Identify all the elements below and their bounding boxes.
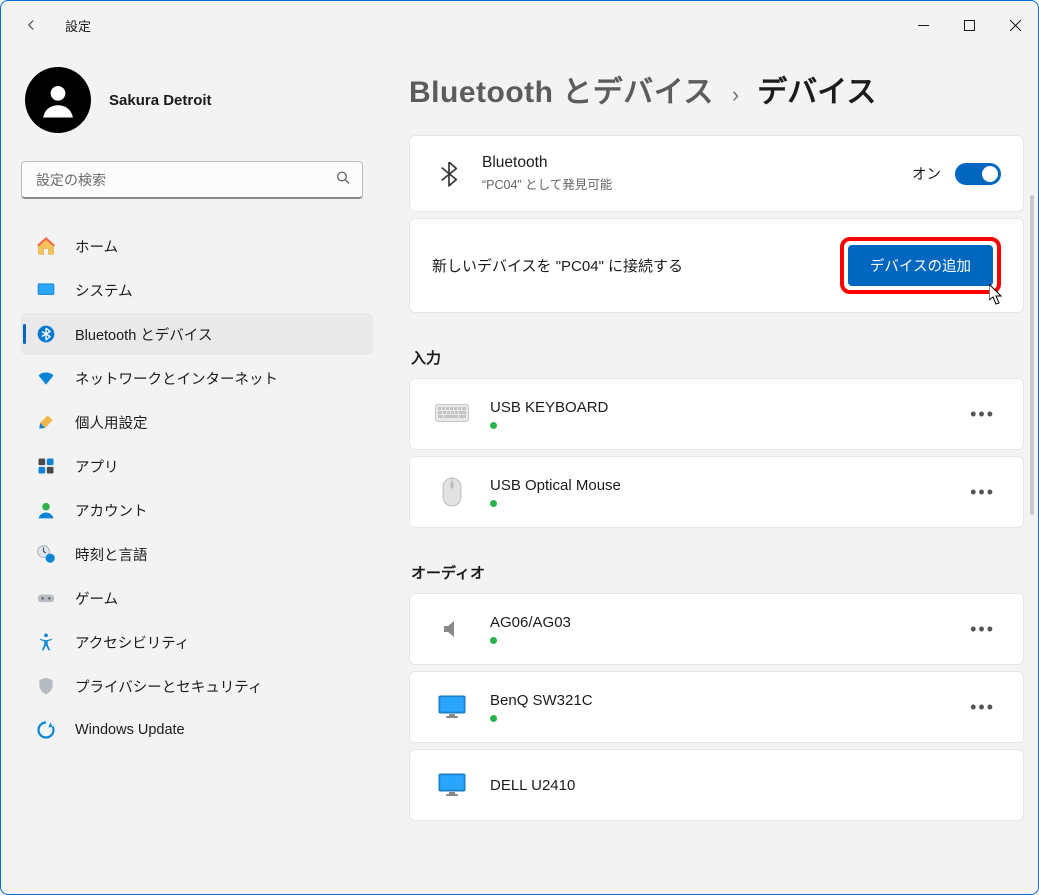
maximize-icon [964,20,975,31]
sidebar-item-label: Windows Update [75,722,185,738]
profile-name: Sakura Detroit [109,92,212,109]
close-icon [1010,20,1021,31]
highlight-ring: デバイスの追加 [840,237,1001,294]
status-dot [490,637,497,644]
sidebar-item-network[interactable]: ネットワークとインターネット [21,357,373,399]
bluetooth-title: Bluetooth [482,154,912,172]
nav: ホーム システム Bluetooth とデバイス ネットワークとインターネット … [21,225,373,751]
shield-icon [35,675,57,697]
search-input[interactable] [21,161,363,199]
device-more-button[interactable]: ••• [964,693,1001,722]
close-button[interactable] [992,5,1038,45]
add-device-card: 新しいデバイスを "PC04" に接続する デバイスの追加 [409,218,1024,313]
mouse-icon [432,475,472,509]
sidebar-item-label: ネットワークとインターネット [75,368,278,389]
breadcrumb-current: デバイス [757,67,876,111]
sidebar-item-label: 時刻と言語 [75,544,148,565]
device-row-keyboard[interactable]: USB KEYBOARD ••• [409,378,1024,450]
bluetooth-toggle-card: Bluetooth “PC04” として発見可能 オン [409,135,1024,212]
minimize-icon [918,20,929,31]
gamepad-icon [35,587,57,609]
device-more-button[interactable]: ••• [964,615,1001,644]
sidebar-item-bluetooth[interactable]: Bluetooth とデバイス [21,313,373,355]
accessibility-icon [35,631,57,653]
sidebar-item-label: ゲーム [75,588,118,609]
sidebar-item-system[interactable]: システム [21,269,373,311]
device-row-mouse[interactable]: USB Optical Mouse ••• [409,456,1024,528]
bluetooth-icon [432,160,466,188]
main-content: Bluetooth とデバイス › デバイス Bluetooth “PC04” … [381,49,1038,894]
search-wrap [21,161,363,199]
add-device-text: 新しいデバイスを "PC04" に接続する [432,255,683,276]
sidebar-item-label: アカウント [75,500,148,521]
status-dot [490,422,497,429]
clock-globe-icon [35,543,57,565]
keyboard-icon [432,397,472,431]
section-head-audio: オーディオ [411,562,1024,583]
sidebar-item-accessibility[interactable]: アクセシビリティ [21,621,373,663]
device-name: USB KEYBOARD [490,399,964,416]
search-icon [335,170,351,191]
sidebar-item-apps[interactable]: アプリ [21,445,373,487]
sidebar-item-label: プライバシーとセキュリティ [75,676,262,697]
speaker-icon [432,612,472,646]
status-dot [490,500,497,507]
maximize-button[interactable] [946,5,992,45]
bluetooth-subtitle: “PC04” として発見可能 [482,174,912,193]
bluetooth-toggle[interactable] [955,163,1001,185]
device-row-benq[interactable]: BenQ SW321C ••• [409,671,1024,743]
home-icon [35,235,57,257]
arrow-left-icon [22,16,40,34]
chevron-right-icon: › [732,82,739,108]
device-more-button[interactable]: ••• [964,400,1001,429]
sidebar-item-privacy[interactable]: プライバシーとセキュリティ [21,665,373,707]
sidebar-item-windows-update[interactable]: Windows Update [21,709,373,751]
sidebar-item-label: アクセシビリティ [75,632,189,653]
bluetooth-toggle-label: オン [912,163,941,184]
system-icon [35,279,57,301]
sidebar-item-time-language[interactable]: 時刻と言語 [21,533,373,575]
monitor-icon [432,768,472,802]
breadcrumb: Bluetooth とデバイス › デバイス [409,67,1024,111]
window-title: 設定 [65,16,91,35]
breadcrumb-parent[interactable]: Bluetooth とデバイス [409,67,714,111]
device-name: AG06/AG03 [490,614,964,631]
avatar [25,67,91,133]
paintbrush-icon [35,411,57,433]
sidebar-item-label: アプリ [75,456,119,477]
sidebar-item-label: Bluetooth とデバイス [75,324,212,345]
sidebar-item-personalization[interactable]: 個人用設定 [21,401,373,443]
sidebar-item-label: システム [75,280,133,301]
sidebar-item-label: ホーム [75,236,118,257]
device-name: BenQ SW321C [490,692,964,709]
apps-icon [35,455,57,477]
device-row-dell[interactable]: DELL U2410 [409,749,1024,821]
update-icon [35,719,57,741]
back-button[interactable] [13,7,49,43]
device-more-button[interactable]: ••• [964,478,1001,507]
account-icon [35,499,57,521]
profile[interactable]: Sakura Detroit [21,67,373,133]
device-name: USB Optical Mouse [490,477,964,494]
bluetooth-icon [35,323,57,345]
wifi-icon [35,367,57,389]
scrollbar[interactable] [1030,195,1034,515]
monitor-icon [432,690,472,724]
add-device-button[interactable]: デバイスの追加 [848,245,993,286]
titlebar: 設定 [1,1,1038,49]
sidebar-item-home[interactable]: ホーム [21,225,373,267]
user-icon [37,79,79,121]
device-row-ag06[interactable]: AG06/AG03 ••• [409,593,1024,665]
section-head-input: 入力 [411,347,1024,368]
sidebar-item-accounts[interactable]: アカウント [21,489,373,531]
sidebar-item-label: 個人用設定 [75,412,148,433]
status-dot [490,715,497,722]
sidebar: Sakura Detroit ホーム システム [1,49,381,894]
device-name: DELL U2410 [490,777,1001,794]
minimize-button[interactable] [900,5,946,45]
sidebar-item-gaming[interactable]: ゲーム [21,577,373,619]
